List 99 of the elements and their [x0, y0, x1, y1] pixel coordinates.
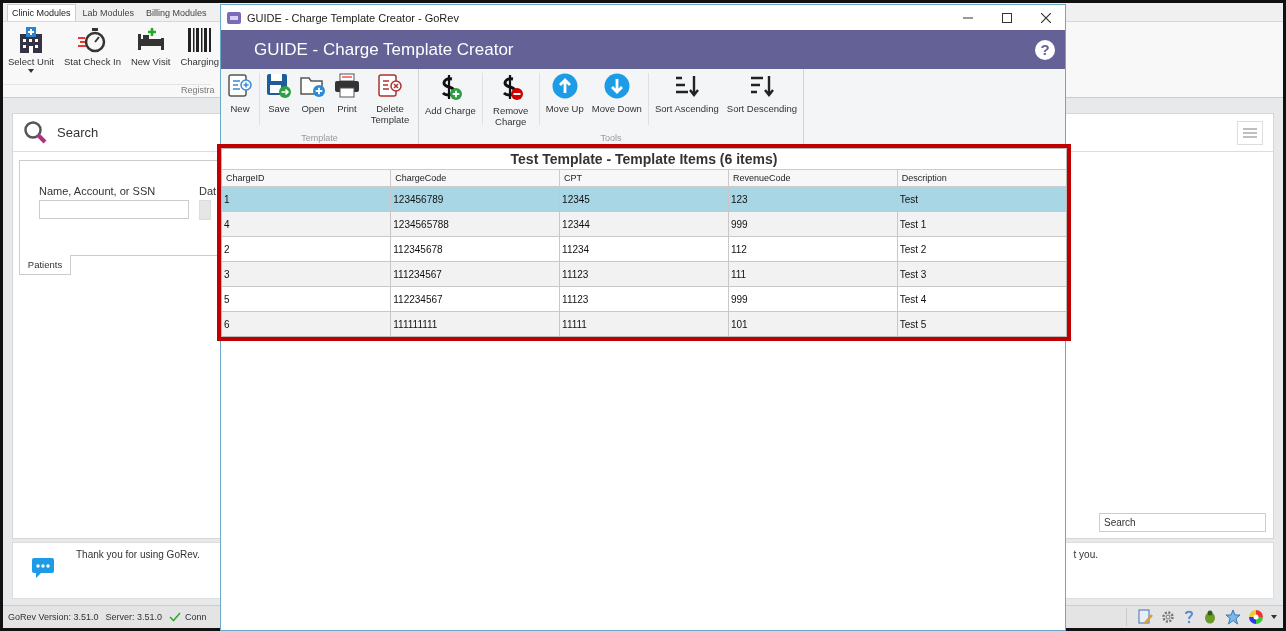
grid-row[interactable]: 5 112234567 11123 999 Test 4	[222, 286, 1066, 312]
column-header[interactable]: CPT	[559, 170, 729, 187]
grid-title: Test Template - Template Items (6 items)	[510, 151, 778, 167]
menu-icon	[1243, 127, 1257, 138]
grid-row[interactable]: 2 112345678 11234 112 Test 2	[222, 236, 1066, 262]
grid-row[interactable]: 3 111234567 11123 111 Test 3	[222, 261, 1066, 287]
chat-icon	[31, 556, 55, 580]
table-cell: 999	[728, 286, 898, 312]
ribbon-button[interactable]: Charging	[177, 24, 222, 75]
sort-icon	[673, 73, 700, 99]
document-x-icon	[377, 73, 403, 99]
table-cell: 11123	[559, 261, 729, 287]
table-cell: 1	[222, 186, 391, 212]
date-input-field[interactable]	[199, 200, 211, 220]
table-cell: 11123	[559, 286, 729, 312]
table-cell: 11111	[559, 311, 729, 336]
sort-ascending-button[interactable]: Sort Ascending	[650, 69, 723, 114]
gear-icon[interactable]	[1161, 610, 1175, 624]
caret-icon	[27, 69, 34, 73]
barcode-icon	[185, 26, 214, 54]
table-cell: Test	[897, 186, 1066, 212]
table-cell: 1234565788	[390, 211, 560, 237]
panel-title: Search	[57, 125, 99, 140]
table-cell: 111234567	[390, 261, 560, 287]
table-cell: 112345678	[390, 236, 560, 262]
name-input-field[interactable]	[39, 200, 189, 219]
edit-icon[interactable]	[1137, 609, 1153, 625]
server-text: Server: 3.51.0	[105, 612, 163, 622]
select-unit-button[interactable]: Select Unit	[5, 24, 57, 75]
dialog-header-title: GUIDE - Charge Template Creator	[254, 39, 514, 60]
close-icon	[1040, 12, 1051, 23]
module-tab[interactable]: Lab Modules	[77, 4, 140, 21]
floppy-disk-icon	[266, 73, 292, 99]
print-button[interactable]: Print	[330, 69, 364, 114]
table-cell: Test 1	[897, 211, 1066, 237]
field-label: Dat	[199, 185, 217, 197]
table-cell: 12344	[559, 211, 729, 237]
remove-charge-button[interactable]: Remove Charge	[484, 69, 537, 127]
table-cell: 101	[728, 311, 898, 336]
document-plus-icon	[227, 73, 253, 99]
new-button[interactable]: New	[223, 69, 257, 114]
table-cell: 112	[728, 236, 898, 262]
caret-icon	[1271, 615, 1277, 619]
app-logo-icon	[227, 11, 241, 24]
bug-icon[interactable]	[1203, 610, 1217, 624]
color-wheel-icon[interactable]	[1249, 610, 1263, 624]
table-cell: Test 3	[897, 261, 1066, 287]
sort-icon	[748, 73, 775, 99]
message-text: Thank you for using GoRev.	[76, 549, 200, 560]
table-cell: 2	[222, 236, 391, 262]
printer-icon	[334, 73, 360, 99]
column-header[interactable]: ChargeID	[222, 170, 391, 187]
grid-row[interactable]: 1 123456789 12345 123 Test	[222, 186, 1066, 212]
connection-text: Conn	[185, 612, 207, 622]
add-charge-button[interactable]: Add Charge	[421, 69, 480, 116]
table-cell: 6	[222, 311, 391, 336]
grid-row[interactable]: 6 111111111 11111 101 Test 5	[222, 311, 1066, 336]
module-tab[interactable]: Billing Modules	[141, 4, 212, 21]
stopwatch-icon	[77, 26, 108, 54]
ribbon-button[interactable]: Stat Check In	[60, 24, 124, 75]
move-up-button[interactable]: Move Up	[541, 69, 588, 114]
table-cell: 112234567	[390, 286, 560, 312]
table-cell: 123456789	[390, 186, 560, 212]
column-header[interactable]: RevenueCode	[728, 170, 898, 187]
field-label: Name, Account, or SSN	[39, 185, 157, 197]
table-cell: 12345	[559, 186, 729, 212]
search-field[interactable]: Search	[1099, 513, 1266, 532]
menu-button[interactable]	[1237, 120, 1263, 145]
module-tab[interactable]: Clinic Modules	[7, 4, 76, 21]
column-header[interactable]: ChargeCode	[390, 170, 560, 187]
message-text: t you.	[1073, 549, 1098, 560]
column-header[interactable]: Description	[897, 170, 1066, 187]
table-cell: 3	[222, 261, 391, 287]
check-icon	[169, 612, 182, 622]
group-label: Tools	[599, 133, 623, 145]
table-cell: 999	[728, 211, 898, 237]
open-button[interactable]: Open	[296, 69, 330, 114]
table-cell: Test 5	[897, 311, 1066, 336]
version-text: GoRev Version: 3.51.0	[8, 612, 99, 622]
table-cell: 4	[222, 211, 391, 237]
table-cell: 123	[728, 186, 898, 212]
window-title: GUIDE - Charge Template Creator - GoRev	[247, 11, 459, 24]
sort-descending-button[interactable]: Sort Descending	[722, 69, 802, 114]
star-icon[interactable]	[1225, 609, 1241, 625]
patients-tab[interactable]: Patients	[19, 255, 71, 275]
table-cell: 11234	[559, 236, 729, 262]
maximize-icon	[1001, 12, 1012, 23]
group-label: Template	[300, 133, 339, 145]
save-button[interactable]: Save	[262, 69, 296, 114]
table-cell: 111111111	[390, 311, 560, 336]
search-icon	[23, 119, 49, 146]
delete-button[interactable]: Delete Template	[364, 69, 416, 125]
table-cell: 5	[222, 286, 391, 312]
help-button[interactable]: ?	[1035, 39, 1055, 60]
help-icon[interactable]	[1183, 610, 1195, 624]
grid-row[interactable]: 4 1234565788 12344 999 Test 1	[222, 211, 1066, 237]
move-down-button[interactable]: Move Down	[587, 69, 646, 114]
table-cell: 111	[728, 261, 898, 287]
ribbon-button[interactable]: New Visit	[127, 24, 174, 75]
